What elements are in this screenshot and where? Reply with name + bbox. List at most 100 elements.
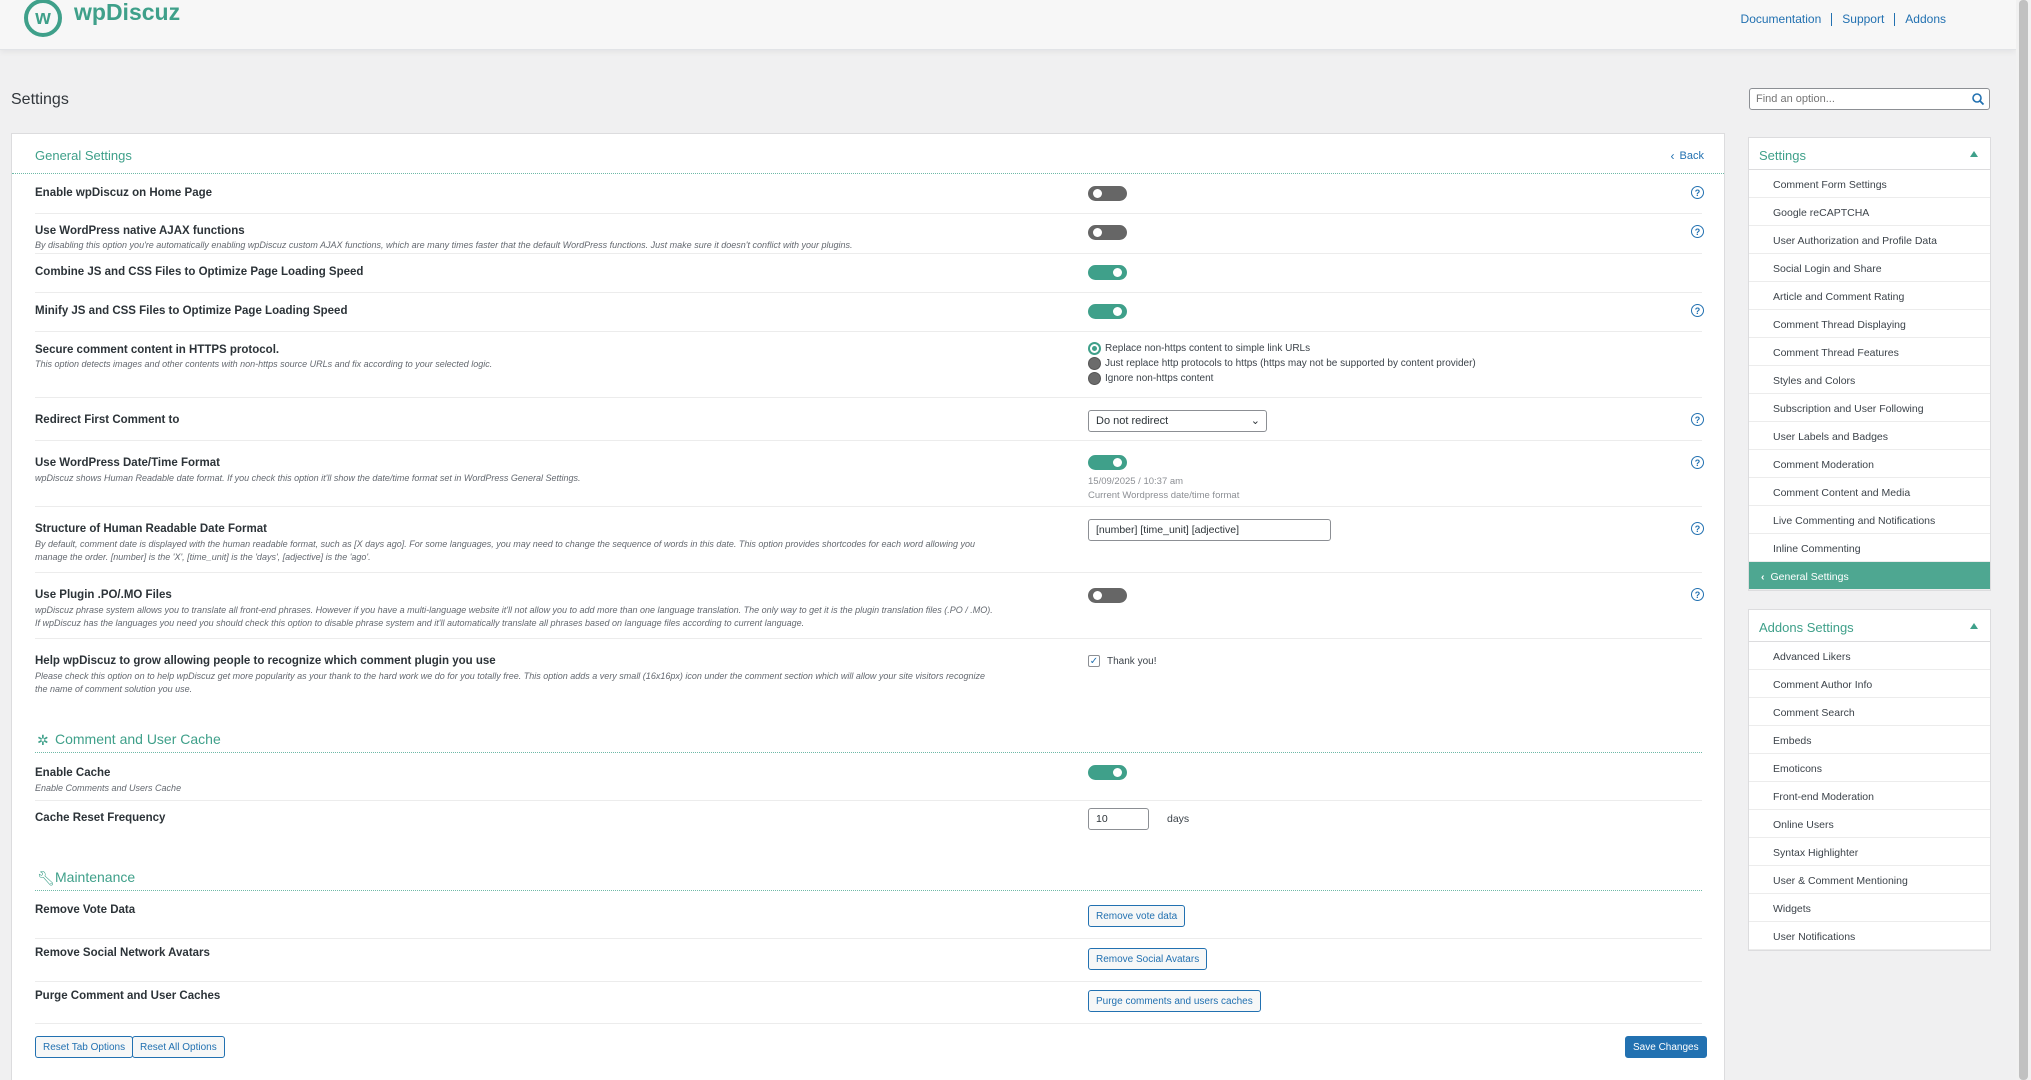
reset-tab-options-button[interactable]: Reset Tab Options xyxy=(35,1036,134,1058)
option-po-mo-files: Use Plugin .PO/.MO Files wpDiscuz phrase… xyxy=(35,573,1704,639)
option-help-grow: Help wpDiscuz to grow allowing people to… xyxy=(35,639,1702,703)
reset-all-options-button[interactable]: Reset All Options xyxy=(132,1036,225,1058)
date-structure-input[interactable]: [number] [time_unit] [adjective] xyxy=(1088,519,1331,541)
option-title: Cache Reset Frequency xyxy=(35,812,166,824)
sidebar-item[interactable]: Article and Comment Rating xyxy=(1749,282,1990,310)
radio-label: Just replace http protocols to https (ht… xyxy=(1105,358,1476,369)
option-search xyxy=(1749,88,1990,110)
option-datetime-format: Use WordPress Date/Time Format wpDiscuz … xyxy=(35,441,1704,507)
help-grow-checkbox[interactable]: ✓ xyxy=(1088,655,1100,667)
search-icon[interactable] xyxy=(1971,92,1985,106)
page-scrollbar[interactable] xyxy=(2016,0,2031,1080)
addon-item[interactable]: Syntax Highlighter xyxy=(1749,838,1990,866)
addon-item[interactable]: User Notifications xyxy=(1749,922,1990,950)
sidebar-header[interactable]: Settings xyxy=(1749,138,1990,170)
scrollbar-thumb[interactable] xyxy=(2019,0,2028,1080)
cache-reset-input[interactable]: 10 xyxy=(1088,808,1149,830)
help-icon[interactable]: ? xyxy=(1691,304,1704,317)
top-bar: w wpDiscuz Documentation Support Addons xyxy=(0,0,2016,50)
option-native-ajax: Use WordPress native AJAX functions By d… xyxy=(35,214,1704,254)
documentation-link[interactable]: Documentation xyxy=(1731,13,1833,26)
option-title: Secure comment content in HTTPS protocol… xyxy=(35,344,280,356)
https-radio-protocol[interactable]: Just replace http protocols to https (ht… xyxy=(1088,357,1476,370)
help-icon[interactable]: ? xyxy=(1691,225,1704,238)
help-icon[interactable]: ? xyxy=(1691,456,1704,469)
collapse-icon[interactable] xyxy=(1970,623,1978,629)
addon-item[interactable]: Comment Author Info xyxy=(1749,670,1990,698)
datetime-note: Current Wordpress date/time format xyxy=(1088,490,1240,501)
select-value: Do not redirect xyxy=(1096,415,1169,427)
addon-item[interactable]: Advanced Likers xyxy=(1749,642,1990,670)
addon-item[interactable]: Online Users xyxy=(1749,810,1990,838)
radio[interactable] xyxy=(1088,357,1101,370)
home-page-toggle[interactable] xyxy=(1088,186,1127,201)
addons-link[interactable]: Addons xyxy=(1895,13,1956,26)
addon-item[interactable]: Embeds xyxy=(1749,726,1990,754)
sidebar-item[interactable]: Comment Moderation xyxy=(1749,450,1990,478)
option-description: Please check this option on to help wpDi… xyxy=(35,671,985,694)
addon-item[interactable]: User & Comment Mentioning xyxy=(1749,866,1990,894)
sidebar-item[interactable]: Comment Form Settings xyxy=(1749,170,1990,198)
option-title: Use Plugin .PO/.MO Files xyxy=(35,589,172,601)
radio-label: Ignore non-https content xyxy=(1105,373,1214,384)
sidebar-item[interactable]: Styles and Colors xyxy=(1749,366,1990,394)
minify-files-toggle[interactable] xyxy=(1088,304,1127,319)
purge-caches-button[interactable]: Purge comments and users caches xyxy=(1088,990,1261,1012)
po-mo-toggle[interactable] xyxy=(1088,588,1127,603)
https-radio-replace[interactable]: Replace non-https content to simple link… xyxy=(1088,342,1310,355)
option-minify-files: Minify JS and CSS Files to Optimize Page… xyxy=(35,293,1704,332)
remove-social-avatars-button[interactable]: Remove Social Avatars xyxy=(1088,948,1208,970)
datetime-toggle[interactable] xyxy=(1088,455,1127,470)
help-icon[interactable]: ? xyxy=(1691,413,1704,426)
radio[interactable] xyxy=(1088,372,1101,385)
option-home-page: Enable wpDiscuz on Home Page ? xyxy=(35,174,1704,214)
search-input[interactable] xyxy=(1750,89,1960,109)
sidebar-item[interactable]: User Labels and Badges xyxy=(1749,422,1990,450)
help-icon[interactable]: ? xyxy=(1691,522,1704,535)
option-description: By default, comment date is displayed wi… xyxy=(35,539,976,562)
help-icon[interactable]: ? xyxy=(1691,588,1704,601)
panel-title: General Settings xyxy=(35,148,132,163)
chevron-down-icon: ⌄ xyxy=(1250,415,1260,427)
sidebar-item[interactable]: Inline Commenting xyxy=(1749,534,1990,562)
option-title: Help wpDiscuz to grow allowing people to… xyxy=(35,655,496,667)
sidebar-item-label: General Settings xyxy=(1770,571,1849,583)
addon-item[interactable]: Comment Search xyxy=(1749,698,1990,726)
wrench-icon: 🔧︎ xyxy=(37,870,55,886)
remove-vote-data-button[interactable]: Remove vote data xyxy=(1088,905,1186,927)
option-title: Combine JS and CSS Files to Optimize Pag… xyxy=(35,266,364,278)
sidebar-item[interactable]: Subscription and User Following xyxy=(1749,394,1990,422)
enable-cache-toggle[interactable] xyxy=(1088,765,1127,780)
sidebar-item-active[interactable]: ‹ General Settings xyxy=(1749,562,1990,590)
radio-selected[interactable] xyxy=(1088,342,1101,355)
addon-item[interactable]: Widgets xyxy=(1749,894,1990,922)
gear-icon: ✲ xyxy=(37,732,49,748)
option-description: This option detects images and other con… xyxy=(35,359,493,369)
combine-files-toggle[interactable] xyxy=(1088,265,1127,280)
sidebar-title: Addons Settings xyxy=(1759,620,1854,635)
collapse-icon[interactable] xyxy=(1970,151,1978,157)
sidebar-item[interactable]: Comment Thread Features xyxy=(1749,338,1990,366)
sidebar-item[interactable]: Google reCAPTCHA xyxy=(1749,198,1990,226)
sidebar-item[interactable]: Comment Content and Media xyxy=(1749,478,1990,506)
logo[interactable]: w wpDiscuz xyxy=(24,0,180,38)
support-link[interactable]: Support xyxy=(1832,13,1896,26)
sidebar-item[interactable]: Comment Thread Displaying xyxy=(1749,310,1990,338)
option-enable-cache: Enable Cache Enable Comments and Users C… xyxy=(35,759,1702,801)
redirect-select[interactable]: Do not redirect ⌄ xyxy=(1088,410,1267,432)
help-icon[interactable]: ? xyxy=(1691,186,1704,199)
save-changes-button[interactable]: Save Changes xyxy=(1625,1036,1707,1058)
settings-sidebar: Settings Comment Form Settings Google re… xyxy=(1748,137,1991,591)
addon-item[interactable]: Front-end Moderation xyxy=(1749,782,1990,810)
sidebar-item[interactable]: Live Commenting and Notifications xyxy=(1749,506,1990,534)
sidebar-header[interactable]: Addons Settings xyxy=(1749,610,1990,642)
chevron-left-icon: ‹ xyxy=(1761,571,1765,583)
https-radio-ignore[interactable]: Ignore non-https content xyxy=(1088,372,1213,385)
top-links: Documentation Support Addons xyxy=(1731,13,1956,26)
native-ajax-toggle[interactable] xyxy=(1088,225,1127,240)
sidebar-item[interactable]: User Authorization and Profile Data xyxy=(1749,226,1990,254)
back-button[interactable]: ‹ Back xyxy=(1671,149,1704,163)
sidebar-item[interactable]: Social Login and Share xyxy=(1749,254,1990,282)
addon-item[interactable]: Emoticons xyxy=(1749,754,1990,782)
option-redirect: Redirect First Comment to Do not redirec… xyxy=(35,398,1704,441)
